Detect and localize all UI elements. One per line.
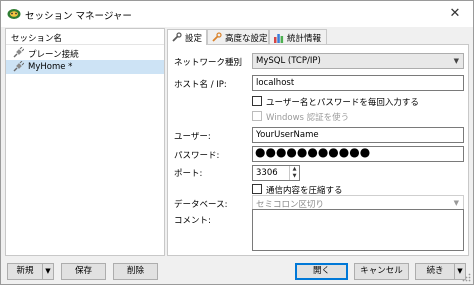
- checkbox-box[interactable]: [252, 96, 262, 106]
- network-type-label: ネットワーク種別: [174, 58, 243, 68]
- checkbox-box[interactable]: [252, 184, 262, 194]
- session-item-label: プレーン接続: [28, 50, 79, 60]
- password-label: パスワード:: [174, 151, 220, 161]
- tab-settings[interactable]: 設定: [167, 29, 207, 45]
- host-label: ホスト名 / IP:: [174, 80, 227, 90]
- sort-chevron-icon: ⌄: [52, 31, 59, 40]
- title-bar: セッション マネージャー ✕: [1, 1, 473, 27]
- tab-statistics[interactable]: 統計情報: [269, 29, 327, 44]
- session-item-plain[interactable]: プレーン接続: [6, 46, 164, 60]
- checkbox-box[interactable]: [252, 111, 262, 121]
- host-input[interactable]: localhost: [252, 75, 464, 91]
- comment-textarea[interactable]: [252, 209, 464, 251]
- tab-label: 統計情報: [287, 34, 322, 44]
- save-button[interactable]: 保存: [61, 263, 106, 280]
- plug-icon: [13, 47, 24, 58]
- tab-label: 設定: [185, 34, 203, 44]
- chevron-down-icon: ▼: [453, 199, 459, 207]
- port-value: 3306: [256, 168, 278, 178]
- prompt-credentials-label: ユーザー名とパスワードを毎回入力する: [266, 98, 419, 108]
- session-item-myhome[interactable]: MyHome *: [6, 60, 164, 74]
- cancel-button-label: キャンセル: [360, 266, 403, 276]
- open-button-label: 開く: [312, 266, 330, 276]
- save-button-label: 保存: [74, 266, 92, 276]
- user-label: ユーザー:: [174, 132, 211, 142]
- wrench-icon: [172, 32, 182, 42]
- spin-down-icon[interactable]: ▼: [290, 173, 299, 180]
- user-value: YourUserName: [256, 130, 319, 140]
- session-item-label: MyHome *: [28, 62, 73, 72]
- bar-chart-icon: [274, 34, 284, 43]
- open-button[interactable]: 開く: [295, 263, 348, 280]
- cancel-button[interactable]: キャンセル: [354, 263, 409, 280]
- network-type-value: MySQL (TCP/IP): [256, 56, 321, 66]
- more-button[interactable]: 続き: [415, 263, 455, 280]
- session-list-header[interactable]: セッション名 ⌄: [6, 29, 164, 45]
- more-button-label: 続き: [426, 266, 444, 276]
- port-label: ポート:: [174, 169, 203, 179]
- spinner-buttons: ▲ ▼: [289, 166, 299, 180]
- dolphin-app-icon: [7, 9, 21, 19]
- session-list[interactable]: セッション名 ⌄ プレーン接続 MyHome *: [5, 28, 165, 256]
- network-type-select[interactable]: MySQL (TCP/IP) ▼: [252, 53, 464, 69]
- tab-label: 高度な設定: [225, 34, 268, 44]
- port-spinner[interactable]: 3306 ▲ ▼: [252, 165, 300, 181]
- password-mask: ●●●●●●●●●●●: [255, 145, 371, 159]
- windows-auth-label: Windows 認証を使う: [266, 113, 350, 123]
- close-icon[interactable]: ✕: [445, 4, 465, 24]
- comment-label: コメント:: [174, 216, 211, 226]
- new-button[interactable]: 新規: [7, 263, 43, 280]
- chevron-down-icon: ▼: [453, 57, 459, 65]
- host-value: localhost: [256, 78, 295, 88]
- resize-grip-icon[interactable]: [462, 273, 471, 282]
- spin-up-icon[interactable]: ▲: [290, 166, 299, 173]
- delete-button[interactable]: 削除: [113, 263, 158, 280]
- plug-icon: [13, 61, 24, 72]
- wrench-orange-icon: [212, 32, 222, 42]
- new-dropdown-arrow-icon[interactable]: ▼: [42, 263, 54, 280]
- new-button-label: 新規: [16, 266, 34, 276]
- password-input[interactable]: ●●●●●●●●●●●: [252, 145, 464, 162]
- user-input[interactable]: YourUserName: [252, 127, 464, 143]
- databases-label: データベース:: [174, 200, 228, 210]
- delete-button-label: 削除: [126, 266, 144, 276]
- window-title: セッション マネージャー: [25, 11, 132, 22]
- session-manager-window: セッション マネージャー ✕ セッション名 ⌄ プレーン接続 MyHome *: [0, 0, 474, 285]
- settings-panel: ネットワーク種別 MySQL (TCP/IP) ▼ ホスト名 / IP: loc…: [167, 44, 469, 256]
- tab-advanced[interactable]: 高度な設定: [207, 29, 269, 44]
